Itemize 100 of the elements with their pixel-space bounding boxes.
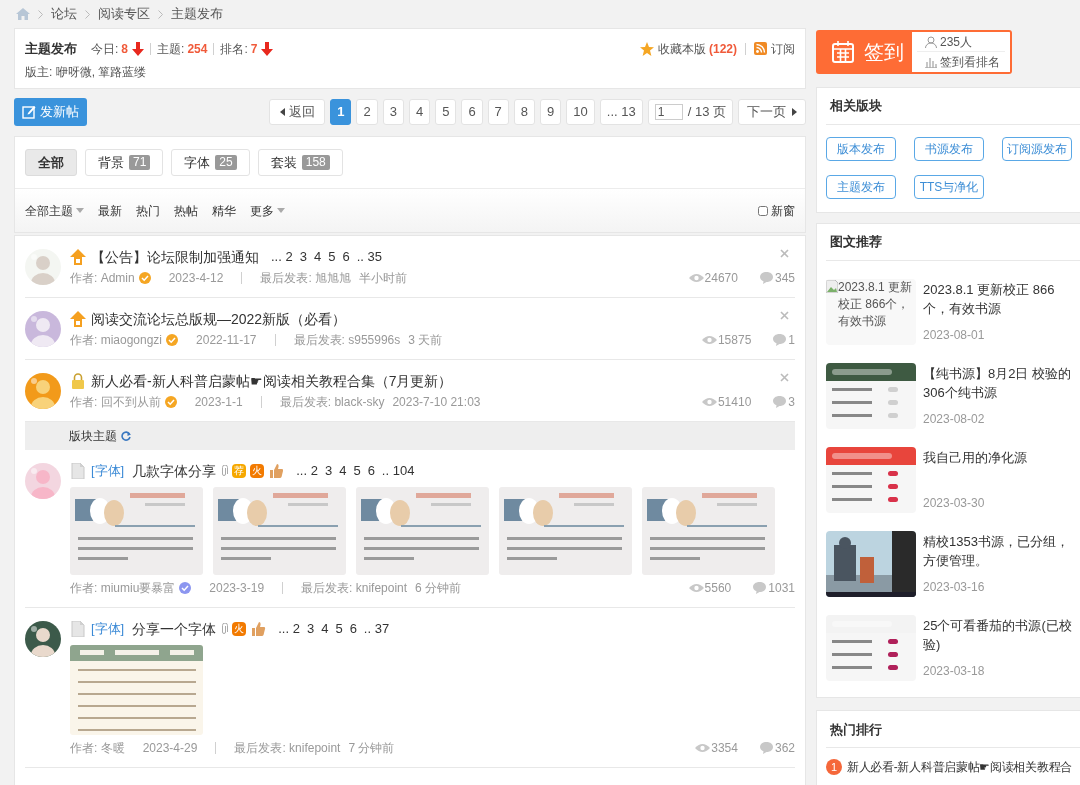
stat-label: 排名: bbox=[220, 40, 248, 58]
page-link[interactable]: 6 bbox=[461, 99, 483, 125]
close-icon[interactable] bbox=[780, 311, 789, 320]
thread-title-link[interactable]: 分享一个字体 bbox=[132, 618, 217, 640]
breadcrumb-link[interactable]: 阅读专区 bbox=[98, 4, 150, 24]
page-link[interactable]: 6 bbox=[349, 619, 357, 639]
breadcrumb-link[interactable]: 论坛 bbox=[51, 4, 77, 24]
article-title-link[interactable]: 精校1353书源，已分组，方便管理。 bbox=[923, 532, 1073, 570]
sort-link[interactable]: 最新 bbox=[98, 201, 122, 220]
subscribe-link[interactable]: 订阅 bbox=[771, 39, 795, 58]
left-caret-icon bbox=[279, 108, 285, 116]
author-text: 作者: 冬暖 bbox=[70, 740, 125, 757]
thread-title-link[interactable]: 几款字体分享 bbox=[132, 460, 217, 482]
comment-icon bbox=[753, 582, 767, 594]
page-link[interactable]: ... 13 bbox=[599, 99, 643, 125]
favorite-link[interactable]: 收藏本版 bbox=[658, 39, 706, 58]
breadcrumb-link[interactable]: 主题发布 bbox=[171, 4, 223, 24]
reply-count: 362 bbox=[774, 740, 795, 757]
reply-count: 1 bbox=[788, 332, 795, 349]
page-link[interactable]: 3 bbox=[324, 461, 333, 481]
page-link[interactable]: 8 bbox=[513, 99, 536, 125]
page-link[interactable]: ... 2 bbox=[296, 461, 318, 481]
count-badge: 25 bbox=[215, 155, 237, 170]
back-button[interactable]: 返回 bbox=[269, 99, 326, 125]
stat-label: 主题: bbox=[157, 40, 185, 58]
time-text: 7 分钟前 bbox=[348, 740, 395, 757]
last-post-text: 最后发表: 旭旭旭 bbox=[260, 270, 352, 287]
page-link[interactable]: 3 bbox=[306, 619, 315, 639]
eye-icon bbox=[695, 743, 711, 753]
sort-link[interactable]: 热帖 bbox=[174, 201, 198, 220]
page-link[interactable]: ... 2 bbox=[271, 247, 293, 267]
count-badge: 71 bbox=[129, 155, 151, 170]
page-link[interactable]: .. 37 bbox=[363, 619, 390, 639]
date-text: 2023-08-02 bbox=[923, 411, 986, 428]
view-count: 3354 bbox=[711, 740, 738, 757]
article-title-link[interactable]: 2023.8.1 更新校正 866个，有效书源 bbox=[923, 280, 1073, 318]
type-tab[interactable]: 字体 25 bbox=[171, 149, 250, 176]
thread-title-link[interactable]: 阅读交流论坛总版规—2022新版（必看） bbox=[91, 308, 347, 330]
edit-icon bbox=[22, 105, 36, 119]
page-link[interactable]: 5 bbox=[435, 99, 457, 125]
page-link[interactable]: 10 bbox=[566, 99, 595, 125]
stat-value: 8 bbox=[121, 40, 129, 58]
paperclip-icon bbox=[220, 623, 229, 635]
article-title-link[interactable]: 【纯书源】8月2日 校验的306个纯书源 bbox=[923, 364, 1073, 402]
ranking-link[interactable]: 签到看排名 bbox=[940, 53, 1000, 71]
new-window-checkbox[interactable] bbox=[758, 205, 768, 216]
author-text: 作者: miaogongzi bbox=[70, 332, 163, 349]
thread-title-link[interactable]: 新人必看-新人科普启蒙帖☛阅读相关教程合集（7月更新） bbox=[91, 370, 453, 392]
forum-link-button[interactable]: TTS与净化 bbox=[914, 175, 984, 199]
last-post-text: 最后发表: s955996s bbox=[293, 332, 401, 349]
date-text: 2022-11-17 bbox=[196, 332, 257, 349]
page-link[interactable]: .. 104 bbox=[381, 461, 415, 481]
view-count: 24670 bbox=[704, 270, 738, 287]
page-link[interactable]: 9 bbox=[540, 99, 562, 125]
page-link[interactable]: 3 bbox=[299, 247, 307, 267]
page-input[interactable]: 1 bbox=[654, 104, 683, 120]
page-link[interactable]: 5 bbox=[335, 619, 343, 639]
close-icon[interactable] bbox=[780, 373, 789, 382]
page-link[interactable]: 3 bbox=[382, 99, 404, 125]
calendar-icon bbox=[832, 41, 854, 63]
page-link[interactable]: 4 bbox=[313, 247, 322, 267]
author-text: 作者: 回不到从前 bbox=[70, 394, 161, 411]
time-text: 半小时前 bbox=[359, 270, 408, 287]
eye-icon bbox=[688, 273, 704, 283]
next-page-button[interactable]: 下一页 bbox=[738, 99, 806, 125]
category-link[interactable]: [字体] bbox=[91, 461, 125, 481]
hot-badge: 火 bbox=[250, 464, 265, 478]
forum-link-button[interactable]: 书源发布 bbox=[914, 137, 984, 161]
page-link[interactable]: 6 bbox=[342, 247, 350, 267]
page-link[interactable]: 4 bbox=[321, 619, 329, 639]
page-link[interactable]: 4 bbox=[339, 461, 347, 481]
home-icon[interactable] bbox=[16, 8, 30, 20]
sort-link[interactable]: 热门 bbox=[136, 201, 160, 220]
page-link[interactable]: 7 bbox=[487, 99, 509, 125]
sort-link[interactable]: 精华 bbox=[212, 201, 236, 220]
favorite-count: (122) bbox=[709, 40, 737, 58]
type-tab[interactable]: 套装 158 bbox=[257, 149, 343, 176]
page-link[interactable]: .. 35 bbox=[356, 247, 382, 267]
type-tab[interactable]: 全部 bbox=[25, 149, 77, 176]
refresh-icon[interactable] bbox=[121, 431, 131, 441]
type-tab[interactable]: 背景 71 bbox=[85, 149, 164, 176]
sort-link[interactable]: 更多 bbox=[250, 201, 285, 220]
page-link[interactable]: ... 2 bbox=[278, 619, 300, 639]
ranking-item-link[interactable]: 新人必看-新人科普启蒙帖☛阅读相关教程合 bbox=[847, 758, 1072, 776]
category-link[interactable]: [字体] bbox=[91, 619, 125, 639]
date-text: 2023-4-29 bbox=[142, 740, 198, 757]
forum-link-button[interactable]: 版本发布 bbox=[826, 137, 896, 161]
page-link[interactable]: 5 bbox=[353, 461, 361, 481]
page-link[interactable]: 6 bbox=[367, 461, 375, 481]
page-link[interactable]: 4 bbox=[408, 99, 431, 125]
article-title-link[interactable]: 我自己用的净化源 bbox=[923, 448, 1073, 467]
forum-link-button[interactable]: 主题发布 bbox=[826, 175, 896, 199]
page-link[interactable]: 5 bbox=[328, 247, 336, 267]
page-link[interactable]: 2 bbox=[356, 99, 378, 125]
thread-title-link[interactable]: 【公告】论坛限制加强通知 bbox=[91, 246, 259, 268]
forum-link-button[interactable]: 订阅源发布 bbox=[1002, 137, 1072, 161]
close-icon[interactable] bbox=[780, 249, 789, 258]
sort-link[interactable]: 全部主题 bbox=[25, 201, 84, 220]
date-text: 2023-4-12 bbox=[168, 270, 224, 287]
article-title-link[interactable]: 25个可看番茄的书源(已校验) bbox=[923, 616, 1073, 654]
